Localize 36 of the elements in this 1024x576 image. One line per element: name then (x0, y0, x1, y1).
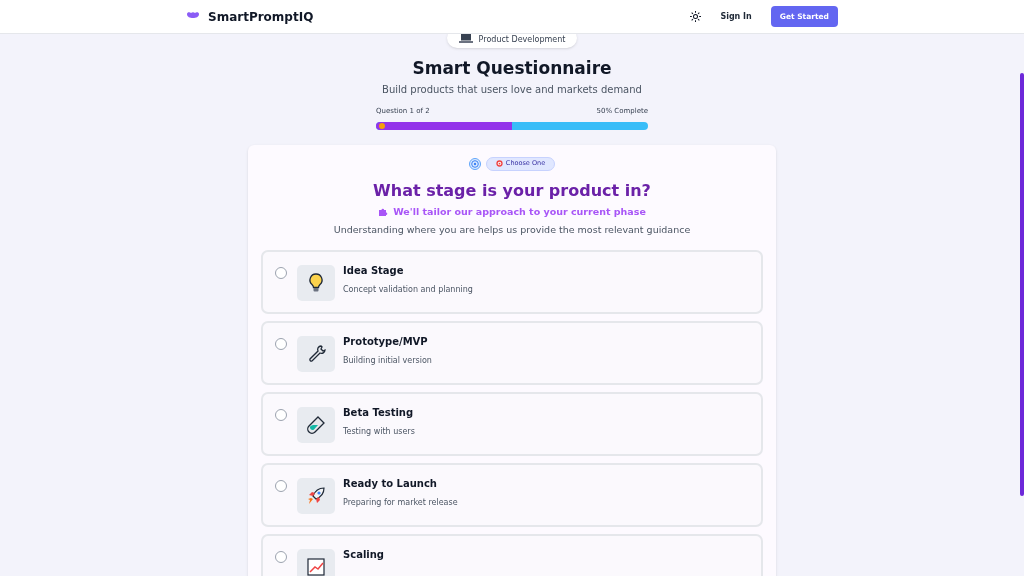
lightbulb-icon (308, 273, 324, 294)
category-label: Product Development (478, 34, 566, 46)
answer-option[interactable]: Idea Stage Concept validation and planning (261, 250, 763, 315)
laptop-icon (458, 33, 473, 43)
puzzle-icon (378, 206, 389, 217)
option-description: Preparing for market release (343, 496, 458, 509)
chart-icon (306, 557, 326, 576)
sign-in-link[interactable]: Sign In (720, 10, 752, 23)
answer-option[interactable]: Beta Testing Testing with users (261, 392, 763, 457)
radio-button[interactable] (275, 409, 287, 422)
question-text: What stage is your product in? (373, 180, 651, 201)
answer-option[interactable]: Ready to Launch Preparing for market release (261, 463, 763, 528)
brand-name: SmartPromptIQ (208, 8, 314, 26)
option-title: Scaling (343, 549, 384, 562)
page-subtitle: Build products that users love and markets demand (382, 83, 642, 98)
test-tube-icon (306, 415, 326, 436)
wrench-icon (306, 344, 326, 365)
dartboard-icon (495, 160, 503, 168)
sun-icon[interactable] (690, 11, 702, 22)
radio-button[interactable] (275, 338, 287, 351)
target-icon (468, 157, 481, 170)
option-description: Concept validation and planning (343, 283, 473, 296)
page-title: Smart Questionnaire (412, 58, 612, 80)
radio-button[interactable] (275, 480, 287, 493)
question-hint: We'll tailor our approach to your current phase (393, 204, 646, 219)
option-description: Building initial version (343, 354, 432, 367)
option-title: Ready to Launch (343, 478, 438, 491)
radio-button[interactable] (275, 267, 287, 280)
answer-option[interactable]: Prototype/MVP Building initial version (261, 321, 763, 386)
option-title: Prototype/MVP (343, 336, 429, 349)
option-title: Beta Testing (343, 407, 415, 420)
option-title: Idea Stage (343, 265, 405, 278)
radio-button[interactable] (275, 551, 287, 564)
option-description: Testing with users (343, 425, 415, 438)
answer-option[interactable]: Scaling (261, 534, 763, 576)
question-description: Understanding where you are helps us provide the most relevant guidance (333, 223, 691, 237)
